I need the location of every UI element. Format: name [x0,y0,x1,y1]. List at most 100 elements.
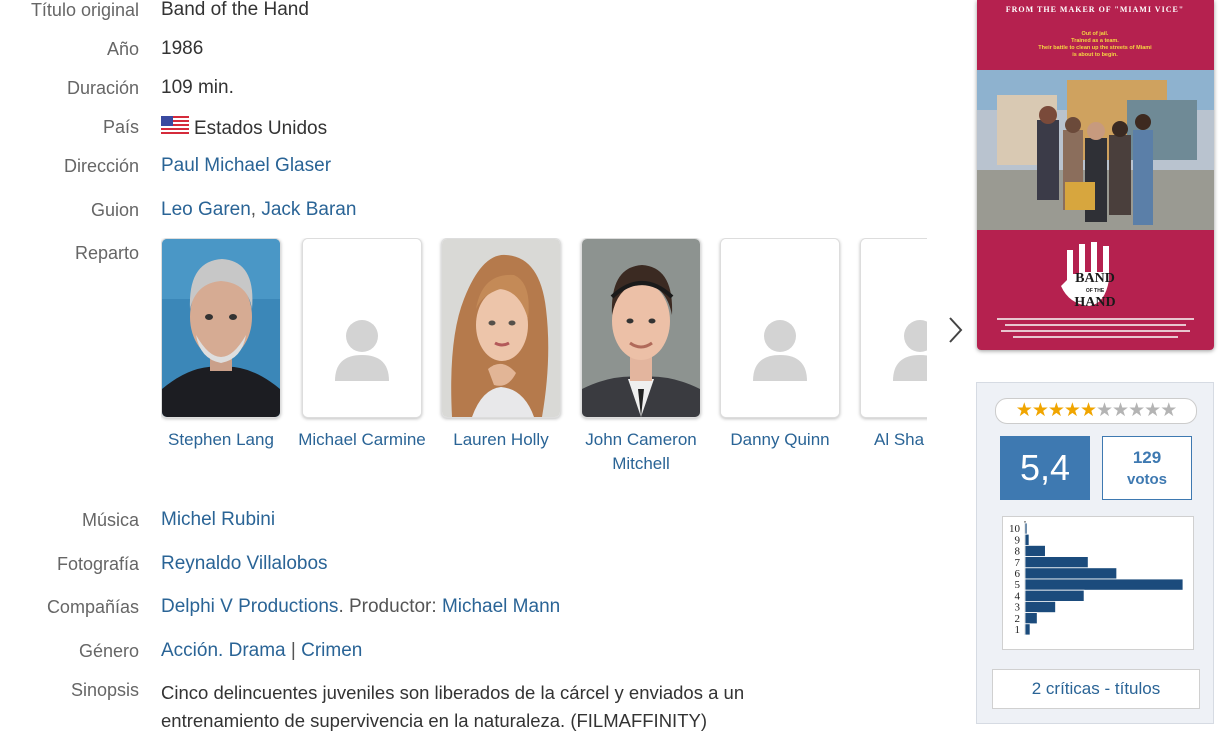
label-genre: Género [78,641,139,661]
histogram-tick-label: 8 [1015,546,1021,558]
cast-photo-placeholder[interactable] [720,238,840,418]
star-rating[interactable]: ★★★★★★★★★★ [995,398,1197,424]
rating-histogram: 10 9 8 7 6 5 4 3 2 1 [1002,516,1194,650]
label-duration: Duración [66,78,139,98]
star-filled-icon[interactable]: ★ [1048,400,1065,421]
votes-label: votos [1126,471,1167,488]
duration-value: 109 min. [161,77,234,98]
histogram-bar [1024,522,1028,535]
genre-separator: | [290,640,296,661]
director-link[interactable]: Paul Michael Glaser [161,155,331,176]
synopsis-text: Cinco delincuentes juveniles son liberad… [161,679,744,735]
screenwriter-link-2[interactable]: Jack Baran [261,199,356,220]
cast-photo-placeholder[interactable] [302,238,422,418]
histogram-bar [1024,533,1030,546]
label-screenplay: Guion [90,200,139,220]
star-filled-icon[interactable]: ★ [1016,400,1033,421]
label-music: Música [81,510,139,530]
histogram-tick-label: 3 [1015,602,1021,614]
average-rating: 5,4 [1000,436,1090,500]
cast-carousel: Stephen Lang Michael Carmine Lauren Holl… [161,238,927,478]
histogram-bar [1024,612,1038,625]
cast-name-stephen-lang[interactable]: Stephen Lang [161,428,291,452]
histogram-bar [1024,578,1184,591]
histogram-tick-label: 9 [1015,534,1021,546]
histogram-tick-label: 1 [1015,624,1021,636]
poster-tagline-4: is about to begin. [1072,52,1118,58]
star-empty-icon[interactable]: ★ [1144,400,1161,421]
year-value: 1986 [161,38,204,59]
label-country: País [102,117,139,137]
histogram-bar [1024,556,1089,569]
histogram-tick-label: 6 [1015,568,1021,580]
screenwriter-separator: , [250,199,257,220]
poster-tagline-3: Their battle to clean up the streets of … [1038,45,1152,51]
cast-next-button[interactable] [946,316,964,349]
star-filled-icon[interactable]: ★ [1080,400,1097,421]
poster-tagline-2: Trained as a team. [1071,38,1119,44]
producer-link[interactable]: Michael Mann [442,596,560,617]
label-direction: Dirección [63,156,139,176]
label-companies: Compañías [46,597,139,617]
person-placeholder-icon [721,239,839,417]
original-title-value: Band of the Hand [161,0,309,20]
movie-poster[interactable]: FROM THE MAKER OF "MIAMI VICE" Out of ja… [977,0,1214,350]
genre-link-crimen[interactable]: Crimen [301,640,362,661]
cast-name-michael-carmine[interactable]: Michael Carmine [292,428,432,452]
histogram-bar [1024,623,1031,636]
histogram-tick-label: 10 [1009,523,1021,535]
cast-name-john-cameron-mitchell[interactable]: John Cameron Mitchell [571,428,711,476]
country-name: Estados Unidos [194,118,328,139]
star-empty-icon[interactable]: ★ [1128,400,1145,421]
histogram-bar [1024,567,1118,580]
histogram-tick-label: 5 [1015,579,1021,591]
cast-photo[interactable] [581,238,701,418]
synopsis-line-2: entrenamiento de supervivencia en la nat… [161,710,707,731]
cast-card-5[interactable]: Danny Quinn [720,238,840,452]
histogram-bar [1024,544,1046,557]
cast-card-1[interactable]: Stephen Lang [161,238,281,452]
star-filled-icon[interactable]: ★ [1064,400,1081,421]
label-cast: Reparto [74,243,139,263]
cast-card-3[interactable]: Lauren Holly [441,238,561,452]
star-empty-icon[interactable]: ★ [1112,400,1129,421]
critics-link[interactable]: 2 críticas - títulos [992,669,1200,709]
cast-card-4[interactable]: John Cameron Mitchell [581,238,701,476]
poster-tagline-top: FROM THE MAKER OF "MIAMI VICE" [1006,5,1185,14]
votes-box[interactable]: 129 votos [1102,436,1192,500]
cast-name-danny-quinn[interactable]: Danny Quinn [710,428,850,452]
genre-dot: . [218,640,224,661]
cast-photo[interactable] [441,238,561,418]
genre-link-accion[interactable]: Acción [161,640,218,661]
company-link[interactable]: Delphi V Productions [161,596,338,617]
person-placeholder-icon [861,239,927,417]
histogram-bar [1024,601,1056,614]
label-synopsis: Sinopsis [70,680,139,700]
cast-name-al-sha[interactable]: Al Sha [874,428,927,452]
star-empty-icon[interactable]: ★ [1096,400,1113,421]
cast-card-6[interactable]: Al Sha [860,238,927,452]
chevron-right-icon [949,317,963,343]
screenwriter-link-1[interactable]: Leo Garen [161,199,251,220]
poster-logo-line1: BAND [1075,271,1115,286]
cast-name-lauren-holly[interactable]: Lauren Holly [431,428,571,452]
poster-tagline-1: Out of jail. [1082,31,1109,37]
rating-panel: ★★★★★★★★★★ 5,4 129 votos 10 9 8 7 6 5 4 3 2 1 2 c… [976,382,1214,724]
person-placeholder-icon [303,239,421,417]
histogram-bar [1024,589,1085,602]
cast-photo[interactable] [161,238,281,418]
label-photography: Fotografía [56,554,139,574]
composer-link[interactable]: Michel Rubini [161,509,275,530]
cinematographer-link[interactable]: Reynaldo Villalobos [161,553,328,574]
producer-text: . Productor: [338,596,442,617]
country-value: Estados Unidos [161,116,327,140]
synopsis-line-1: Cinco delincuentes juveniles son liberad… [161,682,745,703]
votes-count: 129 [1132,448,1162,467]
star-empty-icon[interactable]: ★ [1160,400,1177,421]
genre-link-drama[interactable]: Drama [229,640,286,661]
cast-card-2[interactable]: Michael Carmine [298,238,426,452]
star-filled-icon[interactable]: ★ [1032,400,1049,421]
poster-logo-line2: OF THE [1086,288,1105,294]
histogram-tick-label: 7 [1015,557,1021,569]
cast-photo-placeholder[interactable] [860,238,927,418]
